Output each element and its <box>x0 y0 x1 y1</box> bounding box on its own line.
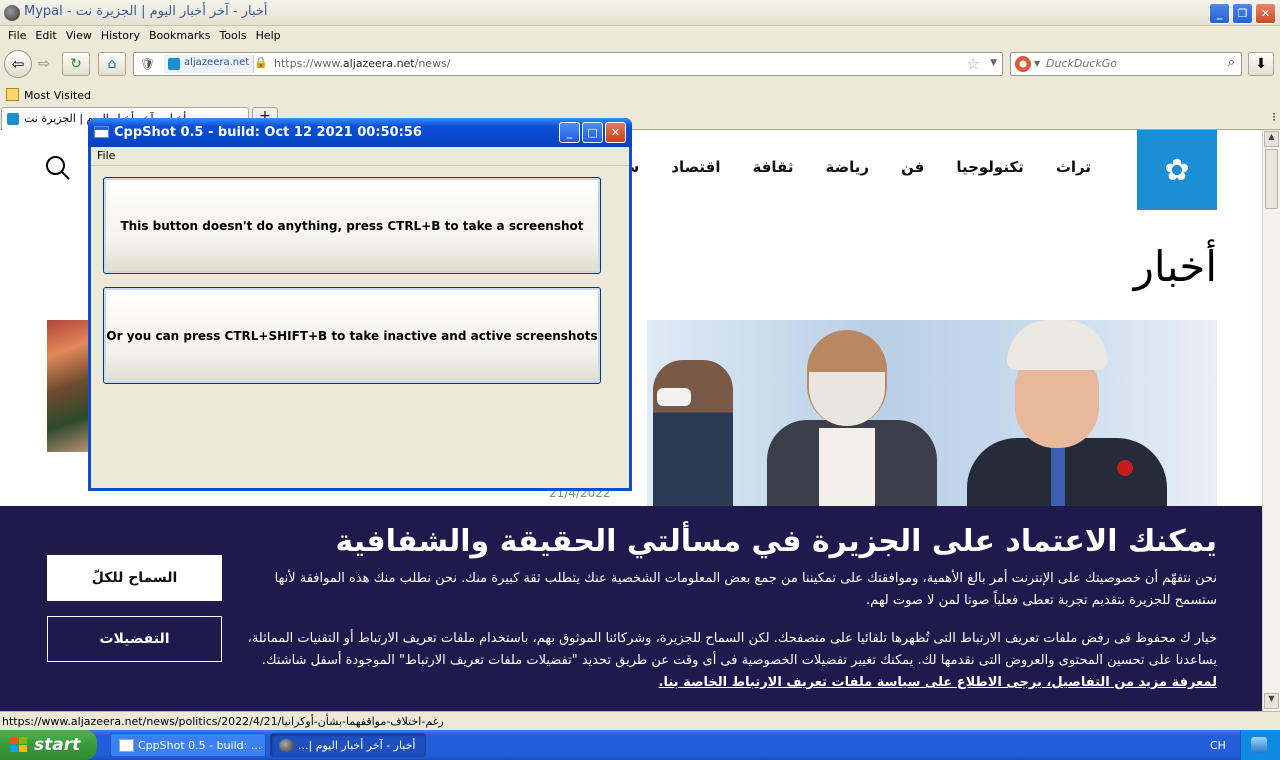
home-button[interactable]: ⌂ <box>98 52 126 76</box>
close-button[interactable]: ✕ <box>1255 3 1276 24</box>
downloads-button[interactable]: ⬇ <box>1248 52 1274 76</box>
status-bar: https://www.aljazeera.net/news/politics/… <box>0 711 1280 730</box>
menu-bookmarks[interactable]: Bookmarks <box>145 26 215 46</box>
nav-technology[interactable]: تكنولوجيا <box>940 158 1040 176</box>
reload-icon: ↻ <box>70 56 82 72</box>
mypal-logo-icon <box>279 739 294 752</box>
cookie-title: يمكنك الاعتماد على الجزيرة في مسألتي الح… <box>335 524 1217 559</box>
back-button[interactable]: ⇦ <box>4 50 32 78</box>
menu-edit[interactable]: Edit <box>31 26 61 46</box>
search-icon[interactable]: ⌕ <box>1228 55 1235 70</box>
menu-help[interactable]: Help <box>252 26 286 46</box>
news-thumbnail-left[interactable] <box>47 320 90 452</box>
site-identity[interactable]: aljazeera.net <box>164 55 255 73</box>
scroll-up-icon[interactable]: ▲ <box>1264 131 1279 147</box>
star-icon[interactable]: ☆ <box>967 55 980 73</box>
nav-culture[interactable]: ثقافة <box>737 158 810 176</box>
engine-dropdown-icon[interactable]: ▼ <box>1034 59 1040 68</box>
network-icon[interactable] <box>1251 737 1267 753</box>
mypal-logo-icon <box>4 5 20 21</box>
preferences-button[interactable]: التفضيلات <box>47 616 222 662</box>
tab-list-icon[interactable]: ⁝ <box>1272 110 1276 124</box>
aljazeera-logo[interactable]: ✿ <box>1137 130 1217 210</box>
cppshot-close-button[interactable]: ✕ <box>605 122 626 143</box>
search-bar[interactable]: ▼ DuckDuckGo ⌕ <box>1010 52 1242 76</box>
taskbar: start CppShot 0.5 - build: ... أخبار - آ… <box>0 730 1280 760</box>
taskbar-item-browser[interactable]: أخبار - آخر أخبار اليوم |... <box>270 733 426 757</box>
taskbar-item-label: CppShot 0.5 - build: ... <box>138 739 262 752</box>
photo-mask <box>657 388 691 406</box>
search-placeholder: DuckDuckGo <box>1046 57 1117 70</box>
lock-icon: 🔒 <box>254 56 268 69</box>
nav-sport[interactable]: رياضة <box>809 158 885 176</box>
forward-icon: ⇨ <box>38 56 50 72</box>
cppshot-title-bar[interactable]: CppShot 0.5 - build: Oct 12 2021 00:50:5… <box>88 118 632 147</box>
menu-divider <box>91 165 629 166</box>
cookie-paragraph-1: نحن نتفهّم أن خصوصيتك على الإنترنت أمر ب… <box>274 571 1217 608</box>
taskbar-item-cppshot[interactable]: CppShot 0.5 - build: ... <box>110 733 266 757</box>
photo-person-left <box>653 360 733 510</box>
page-title: أخبار <box>1133 242 1217 291</box>
site-nav: سياسة اقتصاد ثقافة رياضة فن تكنولوجيا تر… <box>573 158 1107 176</box>
nav-art[interactable]: فن <box>885 158 940 176</box>
scroll-thumb[interactable] <box>1265 149 1278 209</box>
cppshot-title: CppShot 0.5 - build: Oct 12 2021 00:50:5… <box>114 125 422 140</box>
url-text[interactable]: https://www.aljazeera.net/news/ <box>274 57 451 70</box>
taskbar-item-label: أخبار - آخر أخبار اليوم |... <box>298 739 416 752</box>
minimize-button[interactable]: _ <box>1209 3 1230 24</box>
menu-history[interactable]: History <box>97 26 145 46</box>
bookmark-most-visited[interactable]: Most Visited <box>6 88 91 102</box>
allow-all-button[interactable]: السماح للكلّ <box>47 555 222 601</box>
back-icon: ⇦ <box>11 55 25 73</box>
cppshot-menu-file[interactable]: File <box>97 149 115 162</box>
vertical-scrollbar[interactable]: ▲ ▼ <box>1262 130 1280 711</box>
bookmarks-toolbar: Most Visited <box>0 84 1280 106</box>
site-search-icon[interactable] <box>46 156 72 182</box>
restore-button[interactable]: ❐ <box>1232 3 1253 24</box>
menu-view[interactable]: View <box>62 26 97 46</box>
cppshot-client-area: File This button doesn't do anything, pr… <box>91 147 629 488</box>
start-label: start <box>34 735 81 755</box>
screenshot-button[interactable]: This button doesn't do anything, press C… <box>103 177 601 274</box>
cookie-paragraph-2: خيار ك محفوظ فى رفض ملفات تعريف الارتباط… <box>237 628 1217 694</box>
menu-tools[interactable]: Tools <box>215 26 251 46</box>
featured-news-photo[interactable] <box>647 320 1217 510</box>
navigation-toolbar: ⇦ ⇨ ↻ ⌂ 🛡 aljazeera.net 🔒 https://www.al… <box>0 46 1280 84</box>
duckduckgo-icon[interactable] <box>1015 56 1031 72</box>
window-controls: _ ❐ ✕ <box>1209 3 1276 24</box>
status-url: https://www.aljazeera.net/news/politics/… <box>2 715 444 728</box>
photo-person-right <box>957 320 1177 510</box>
url-dropdown-icon[interactable]: ▼ <box>990 58 997 68</box>
home-icon: ⌂ <box>107 56 117 72</box>
shield-icon[interactable]: 🛡 <box>140 57 155 71</box>
start-button[interactable]: start <box>0 730 97 760</box>
window-title: أخبار - آخر أخبار اليوم | الجزيرة نت - M… <box>24 4 268 19</box>
windows-logo-icon <box>10 737 28 753</box>
cppshot-minimize-button[interactable]: _ <box>559 122 580 143</box>
photo-person-center <box>757 330 947 510</box>
nav-economy[interactable]: اقتصاد <box>655 158 736 176</box>
forward-button[interactable]: ⇨ <box>32 52 56 76</box>
language-indicator[interactable]: CH <box>1210 739 1226 752</box>
system-tray <box>1240 730 1280 760</box>
inactive-active-screenshot-button[interactable]: Or you can press CTRL+SHIFT+B to take in… <box>103 287 601 384</box>
cookie-policy-link[interactable]: لمعرفة مزيد من التفاصيل، يرجى الاطلاع عل… <box>659 675 1217 690</box>
cppshot-window: CppShot 0.5 - build: Oct 12 2021 00:50:5… <box>88 118 632 491</box>
browser-menu-bar: File Edit View History Bookmarks Tools H… <box>0 26 1280 46</box>
nav-heritage[interactable]: تراث <box>1040 158 1107 176</box>
download-icon: ⬇ <box>1255 56 1267 72</box>
menu-file[interactable]: File <box>4 26 31 46</box>
app-window-icon <box>94 126 109 138</box>
cppshot-maximize-button[interactable]: □ <box>582 122 603 143</box>
cookie-consent-banner: يمكنك الاعتماد على الجزيرة في مسألتي الح… <box>0 506 1262 711</box>
reload-button[interactable]: ↻ <box>62 52 90 76</box>
browser-title-bar: أخبار - آخر أخبار اليوم | الجزيرة نت - M… <box>0 0 1280 26</box>
cookie-paragraph-2-text: خيار ك محفوظ فى رفض ملفات تعريف الارتباط… <box>247 631 1217 668</box>
app-window-icon <box>119 739 134 752</box>
url-bar[interactable]: 🛡 aljazeera.net 🔒 https://www.aljazeera.… <box>133 52 1003 76</box>
scroll-down-icon[interactable]: ▼ <box>1264 693 1279 709</box>
cppshot-window-controls: _ □ ✕ <box>559 122 626 143</box>
aljazeera-favicon-icon <box>7 113 19 125</box>
